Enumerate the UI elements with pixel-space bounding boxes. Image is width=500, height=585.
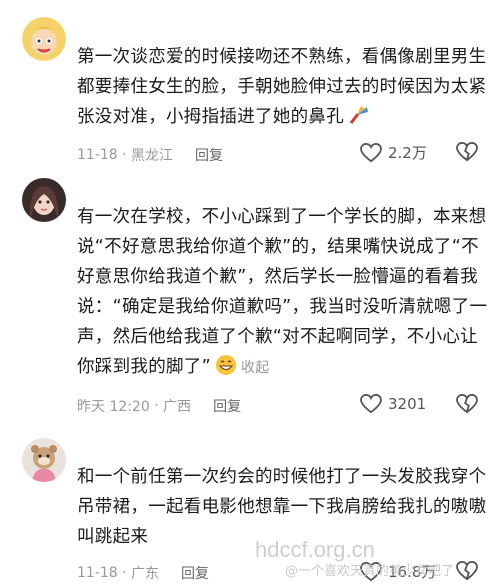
plush-doll-avatar-icon bbox=[22, 438, 66, 482]
comment-meta: 11-18 · 黑龙江 回复 bbox=[77, 145, 223, 165]
grin-emoji-icon bbox=[215, 354, 237, 376]
comment-meta: 11-18 · 广东 回复 bbox=[77, 563, 209, 583]
heart-icon bbox=[360, 394, 382, 414]
separator: · bbox=[149, 398, 164, 414]
cartoon-avatar-icon bbox=[22, 17, 66, 61]
broken-heart-icon bbox=[456, 141, 478, 162]
dislike-button[interactable] bbox=[456, 141, 478, 166]
comment-location: 黑龙江 bbox=[131, 148, 174, 164]
comment-meta: 昨天 12:20 · 广西 回复 bbox=[77, 396, 241, 416]
comment-time: 11-18 bbox=[77, 147, 118, 163]
reply-button[interactable]: 回复 bbox=[213, 396, 241, 416]
broken-heart-icon bbox=[456, 560, 478, 581]
reply-button[interactable]: 回复 bbox=[195, 145, 223, 165]
reply-button[interactable]: 回复 bbox=[181, 563, 209, 583]
avatar[interactable] bbox=[22, 438, 66, 482]
girl-photo-avatar-icon bbox=[22, 178, 66, 222]
like-button[interactable]: 2.2万 bbox=[360, 142, 427, 163]
avatar[interactable] bbox=[22, 17, 66, 61]
account-watermark: @一个喜欢天真的美少女吧了 bbox=[285, 564, 455, 579]
avatar[interactable] bbox=[22, 178, 66, 222]
comment-location: 广东 bbox=[131, 566, 160, 582]
dislike-button[interactable] bbox=[456, 560, 478, 585]
comment-time: 昨天 12:20 bbox=[77, 399, 150, 415]
comment-text: 有一次在学校，不小心踩到了一个学长的脚，本来想说“不好意思我给你道个歉”的，结果… bbox=[77, 207, 488, 377]
comment-time: 11-18 bbox=[77, 565, 118, 581]
comment-location: 广西 bbox=[163, 399, 192, 415]
separator: · bbox=[117, 147, 132, 163]
like-count: 2.2万 bbox=[388, 144, 427, 162]
heart-icon bbox=[360, 142, 382, 162]
like-button[interactable]: 3201 bbox=[360, 394, 426, 414]
collapse-button[interactable]: 收起 bbox=[241, 360, 270, 376]
shuttlecock-emoji-icon bbox=[348, 104, 370, 126]
broken-heart-icon bbox=[456, 393, 478, 414]
separator: · bbox=[117, 565, 132, 581]
comment-text: 第一次谈恋爱的时候接吻还不熟练，看偶像剧里男生都要捧住女生的脸，手朝她脸伸过去的… bbox=[77, 47, 487, 127]
dislike-button[interactable] bbox=[456, 393, 478, 418]
like-count: 3201 bbox=[388, 395, 427, 413]
